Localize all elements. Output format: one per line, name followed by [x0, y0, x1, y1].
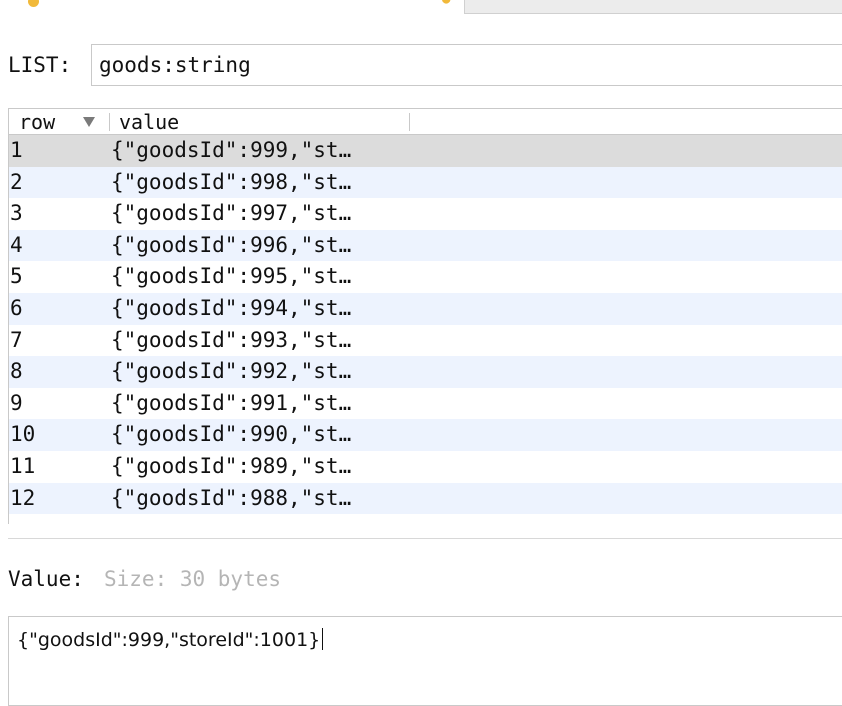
row-value: {"goodsId":990,"st… — [111, 422, 352, 447]
text-caret — [322, 628, 324, 650]
table-header: row value — [9, 108, 842, 135]
value-size-label: Size: 30 bytes — [104, 567, 282, 591]
row-value: {"goodsId":994,"st… — [111, 295, 352, 320]
row-value: {"goodsId":997,"st… — [111, 201, 352, 226]
value-label: Value: — [8, 567, 84, 591]
row-number: 11 — [10, 453, 36, 478]
table-row[interactable]: 4 {"goodsId":996,"st… — [9, 229, 842, 262]
value-editor-text: {"goodsId":999,"storeId":1001} — [17, 629, 321, 651]
row-number: 10 — [10, 422, 36, 447]
panel-divider[interactable] — [8, 538, 842, 539]
row-value: {"goodsId":991,"st… — [111, 390, 352, 415]
column-divider[interactable] — [409, 113, 410, 131]
row-value: {"goodsId":989,"st… — [111, 453, 352, 478]
table-row[interactable]: 3 {"goodsId":997,"st… — [9, 198, 842, 230]
column-divider[interactable] — [109, 113, 110, 131]
row-number: 2 — [10, 169, 23, 194]
column-header-value[interactable]: value — [119, 109, 179, 135]
row-number: 3 — [10, 201, 23, 226]
row-number: 8 — [10, 359, 23, 384]
row-value: {"goodsId":992,"st… — [111, 359, 352, 384]
table-row[interactable]: 9 {"goodsId":991,"st… — [9, 387, 842, 420]
table-row[interactable]: 7 {"goodsId":993,"st… — [9, 324, 842, 357]
tab-inactive[interactable] — [464, 0, 842, 14]
table-rows: 1 {"goodsId":999,"st… 2 {"goodsId":998,"… — [9, 135, 842, 515]
row-number: 5 — [10, 264, 23, 289]
row-number: 1 — [10, 138, 23, 162]
value-editor[interactable]: {"goodsId":999,"storeId":1001} — [8, 616, 842, 706]
tab-active[interactable]: ● — [0, 0, 464, 14]
row-number: 4 — [10, 232, 23, 257]
table-row[interactable]: 10 {"goodsId":990,"st… — [9, 419, 842, 451]
tab-strip: ● — [0, 0, 842, 14]
row-value: {"goodsId":999,"st… — [111, 138, 352, 162]
table-row[interactable]: 11 {"goodsId":989,"st… — [9, 450, 842, 483]
row-value: {"goodsId":993,"st… — [111, 327, 352, 352]
table-row[interactable]: 6 {"goodsId":994,"st… — [9, 292, 842, 325]
row-value: {"goodsId":998,"st… — [111, 169, 352, 194]
row-number: 9 — [10, 390, 23, 415]
list-key-input[interactable]: goods:string — [91, 44, 842, 86]
key-icon — [28, 0, 39, 7]
table-row[interactable]: 2 {"goodsId":998,"st… — [9, 166, 842, 199]
row-number: 6 — [10, 295, 23, 320]
table-row[interactable]: 1 {"goodsId":999,"st… — [9, 135, 842, 167]
sort-descending-icon[interactable] — [83, 117, 95, 127]
list-table: row value 1 {"goodsId":999,"st… 2 {"good… — [8, 108, 842, 524]
row-value: {"goodsId":996,"st… — [111, 232, 352, 257]
list-label: LIST: — [8, 53, 72, 77]
row-value: {"goodsId":995,"st… — [111, 264, 352, 289]
column-header-row[interactable]: row — [19, 109, 55, 135]
table-row[interactable]: 12 {"goodsId":988,"st… — [9, 482, 842, 515]
table-row[interactable]: 8 {"goodsId":992,"st… — [9, 356, 842, 388]
row-value: {"goodsId":988,"st… — [111, 485, 352, 510]
modified-icon: ● — [442, 0, 454, 6]
row-number: 12 — [10, 485, 36, 510]
row-number: 7 — [10, 327, 23, 352]
table-row[interactable]: 5 {"goodsId":995,"st… — [9, 261, 842, 293]
